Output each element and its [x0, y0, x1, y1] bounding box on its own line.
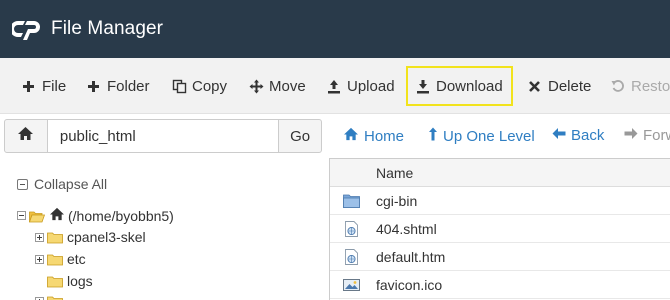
new-file-label: File	[42, 77, 67, 95]
open-folder-icon	[28, 210, 46, 222]
new-folder-label: Folder	[107, 77, 150, 95]
move-button[interactable]: Move	[249, 67, 306, 105]
app-title: File Manager	[51, 18, 164, 39]
plus-icon	[22, 79, 37, 94]
image-file-icon	[343, 277, 360, 293]
collapse-all-button[interactable]: Collapse All	[17, 176, 107, 192]
copy-button[interactable]: Copy	[172, 67, 227, 105]
home-icon	[49, 207, 65, 224]
arrow-right-icon	[624, 127, 638, 144]
file-row[interactable]: cgi-bin	[330, 187, 670, 215]
download-button[interactable]: Download	[406, 66, 513, 106]
upload-icon	[327, 79, 342, 94]
file-name: 404.shtml	[376, 221, 437, 237]
file-row[interactable]: favicon.ico	[330, 271, 670, 299]
delete-label: Delete	[548, 77, 592, 95]
tree-root-label: (/home/byobbn5)	[68, 207, 174, 224]
file-list-header: Name	[330, 159, 670, 187]
nav-back-label: Back	[571, 127, 605, 144]
path-bar: Go	[4, 119, 322, 153]
nav-forward-label: Forward	[643, 127, 670, 144]
tree-item-label: cpanel3-skel	[67, 229, 146, 245]
nav-home-link[interactable]: Home	[343, 127, 404, 145]
go-button[interactable]: Go	[278, 119, 322, 153]
collapse-all-label: Collapse All	[34, 176, 108, 192]
cpanel-logo-icon	[12, 17, 42, 41]
tree-expand-toggle[interactable]	[35, 232, 44, 242]
tree-item[interactable]: cpanel3-skel	[35, 229, 146, 245]
collapse-icon	[17, 178, 28, 190]
restore-button[interactable]: Restore	[611, 67, 670, 105]
tree-expand-toggle[interactable]	[35, 296, 44, 300]
tree-expand-toggle[interactable]	[35, 254, 44, 264]
copy-label: Copy	[192, 77, 228, 95]
nav-up-label: Up One Level	[443, 127, 535, 145]
upload-button[interactable]: Upload	[327, 67, 395, 105]
close-x-icon	[528, 79, 543, 94]
file-name: favicon.ico	[376, 277, 443, 293]
html-file-icon	[343, 221, 360, 237]
directory-tree: Collapse All (/home/byobbn5) cpanel3-ske…	[0, 160, 328, 300]
home-directory-button[interactable]	[4, 119, 48, 153]
folder-icon	[47, 295, 63, 300]
new-file-button[interactable]: File	[22, 67, 66, 105]
file-name: default.htm	[376, 249, 446, 265]
app-header: File Manager	[0, 0, 670, 58]
tree-item-label: logs	[67, 273, 93, 289]
level-up-icon	[428, 127, 438, 145]
plus-icon	[87, 79, 102, 94]
download-icon	[416, 79, 431, 94]
html-file-icon	[343, 249, 360, 265]
move-arrows-icon	[249, 79, 264, 94]
home-icon	[17, 126, 34, 146]
column-name-header[interactable]: Name	[376, 165, 413, 181]
arrow-left-icon	[552, 127, 566, 144]
tree-item[interactable]: logs	[47, 273, 93, 289]
nav-home-label: Home	[364, 127, 405, 145]
restore-icon	[611, 79, 626, 94]
path-input[interactable]	[47, 119, 279, 153]
folder-icon	[343, 193, 360, 209]
nav-forward-link[interactable]: Forward	[624, 127, 670, 144]
nav-up-one-level-link[interactable]: Up One Level	[428, 127, 535, 145]
download-label: Download	[436, 77, 503, 95]
folder-icon	[47, 253, 63, 266]
file-row[interactable]: 404.shtml	[330, 215, 670, 243]
tree-item-label: etc	[67, 251, 86, 267]
copy-icon	[172, 79, 187, 94]
restore-label: Restore	[631, 77, 670, 95]
nav-back-link[interactable]: Back	[552, 127, 604, 144]
delete-button[interactable]: Delete	[528, 67, 591, 105]
move-label: Move	[269, 77, 306, 95]
file-row[interactable]: default.htm	[330, 243, 670, 271]
file-list: Name cgi-bin 404.shtml default.htm favic…	[329, 158, 670, 300]
new-folder-button[interactable]: Folder	[87, 67, 150, 105]
tree-collapse-toggle[interactable]	[17, 211, 26, 220]
folder-icon	[47, 231, 63, 244]
toolbar: File Folder Copy Move Upload Download De…	[0, 58, 670, 114]
home-icon	[343, 127, 359, 145]
upload-label: Upload	[347, 77, 395, 95]
tree-root[interactable]: (/home/byobbn5)	[17, 207, 174, 224]
tree-item[interactable]: etc	[35, 251, 86, 267]
tree-item-partial[interactable]	[35, 295, 67, 300]
folder-icon	[47, 275, 63, 288]
file-name: cgi-bin	[376, 193, 418, 209]
